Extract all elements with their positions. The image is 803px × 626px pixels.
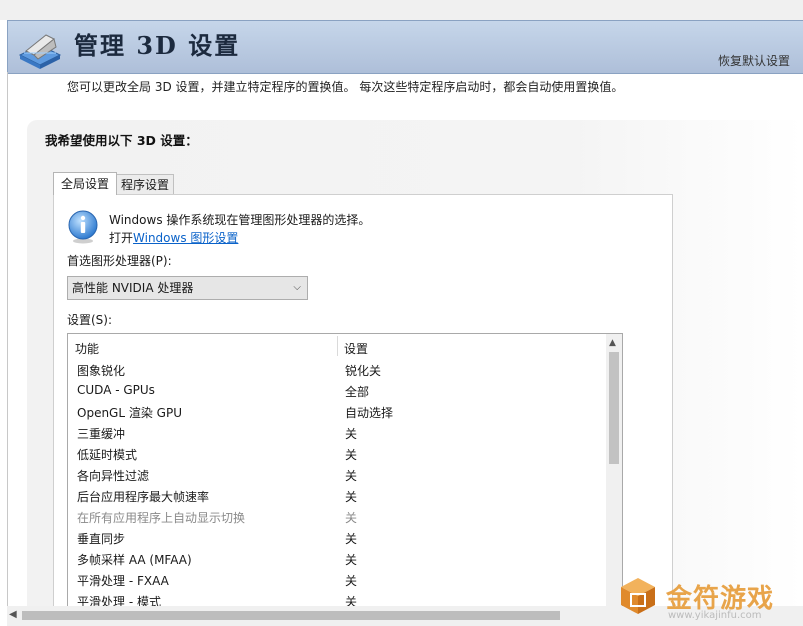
feature-cell: 多帧采样 AA (MFAA): [77, 553, 192, 567]
setting-cell: 关: [345, 511, 358, 525]
scroll-left-icon[interactable]: ◀: [9, 609, 17, 620]
window-top-strip: [0, 0, 803, 20]
table-row[interactable]: OpenGL 渲染 GPU 自动选择: [68, 401, 606, 422]
setting-cell: 锐化关: [345, 364, 382, 378]
setting-cell: 关: [345, 574, 358, 588]
table-row[interactable]: 平滑处理 - FXAA 关: [68, 569, 606, 590]
table-row[interactable]: 多帧采样 AA (MFAA) 关: [68, 548, 606, 569]
restore-defaults-link[interactable]: 恢复默认设置: [718, 52, 790, 69]
settings-table[interactable]: 功能 设置 图象锐化 锐化关 CUDA - GPUs 全部 OpenGL 渲染 GP…: [67, 333, 623, 613]
setting-cell: 自动选择: [345, 406, 394, 420]
setting-cell: 关: [345, 427, 358, 441]
setting-cell: 关: [345, 469, 358, 483]
page-header-banner: 管理 3D 设置 恢复默认设置: [7, 20, 803, 74]
column-header-feature[interactable]: 功能: [75, 340, 99, 357]
setting-cell: 关: [345, 532, 358, 546]
setting-cell: 关: [345, 490, 358, 504]
table-row[interactable]: 低延时模式 关: [68, 443, 606, 464]
scroll-up-icon[interactable]: ▲: [609, 338, 616, 348]
feature-cell: 各向异性过滤: [77, 469, 150, 483]
table-row[interactable]: 图象锐化 锐化关: [68, 359, 606, 380]
table-row[interactable]: CUDA - GPUs 全部: [68, 380, 606, 401]
info-icon: [68, 210, 98, 244]
page-description: 您可以更改全局 3D 设置，并建立特定程序的置换值。 每次这些特定程序启动时，都…: [67, 80, 624, 94]
preferred-gpu-value: 高性能 NVIDIA 处理器: [72, 281, 194, 295]
page-title: 管理 3D 设置: [74, 31, 241, 60]
table-row-disabled: 在所有应用程序上自动显示切换 关: [68, 506, 606, 527]
feature-cell: 在所有应用程序上自动显示切换: [77, 511, 246, 525]
column-divider[interactable]: [337, 336, 338, 356]
table-row[interactable]: 三重缓冲 关: [68, 422, 606, 443]
3d-settings-icon: [18, 34, 62, 69]
feature-cell: 三重缓冲: [77, 427, 126, 441]
info-link-prefix: 打开: [109, 231, 134, 245]
tab-program-settings[interactable]: 程序设置: [116, 174, 174, 195]
table-row[interactable]: 各向异性过滤 关: [68, 464, 606, 485]
info-link-line: 打开Windows 图形设置: [109, 229, 238, 246]
preferred-gpu-select[interactable]: 高性能 NVIDIA 处理器 ⌵: [67, 276, 308, 300]
cube-logo-icon: [621, 578, 655, 614]
feature-cell: 低延时模式: [77, 448, 138, 462]
windows-graphics-settings-link[interactable]: Windows 图形设置: [133, 231, 238, 245]
column-header-setting[interactable]: 设置: [344, 340, 368, 357]
watermark: 金符游戏 www.yikajinfu.com: [604, 572, 803, 626]
table-header: 功能 设置: [68, 334, 606, 358]
table-row[interactable]: 垂直同步 关: [68, 527, 606, 548]
preferred-gpu-label: 首选图形处理器(P):: [67, 254, 172, 268]
table-row[interactable]: 后台应用程序最大帧速率 关: [68, 485, 606, 506]
setting-cell: 关: [345, 553, 358, 567]
table-vertical-scrollbar[interactable]: ▲: [606, 334, 622, 612]
settings-label: 设置(S):: [67, 313, 113, 327]
info-message: Windows 操作系统现在管理图形处理器的选择。: [109, 213, 371, 227]
left-divider: [7, 72, 8, 612]
chevron-down-icon: ⌵: [293, 282, 301, 293]
watermark-url: www.yikajinfu.com: [668, 610, 762, 621]
section-title: 我希望使用以下 3D 设置：: [45, 133, 198, 148]
feature-cell: 图象锐化: [77, 364, 126, 378]
feature-cell: CUDA - GPUs: [77, 383, 155, 397]
setting-cell: 关: [345, 448, 358, 462]
setting-cell: 全部: [345, 385, 370, 399]
feature-cell: OpenGL 渲染 GPU: [77, 406, 182, 420]
tab-global-settings[interactable]: 全局设置: [53, 172, 117, 195]
scrollbar-thumb[interactable]: [609, 352, 619, 464]
horizontal-scrollbar-thumb[interactable]: [22, 611, 560, 620]
feature-cell: 后台应用程序最大帧速率: [77, 490, 210, 504]
feature-cell: 平滑处理 - FXAA: [77, 574, 169, 588]
feature-cell: 垂直同步: [77, 532, 126, 546]
